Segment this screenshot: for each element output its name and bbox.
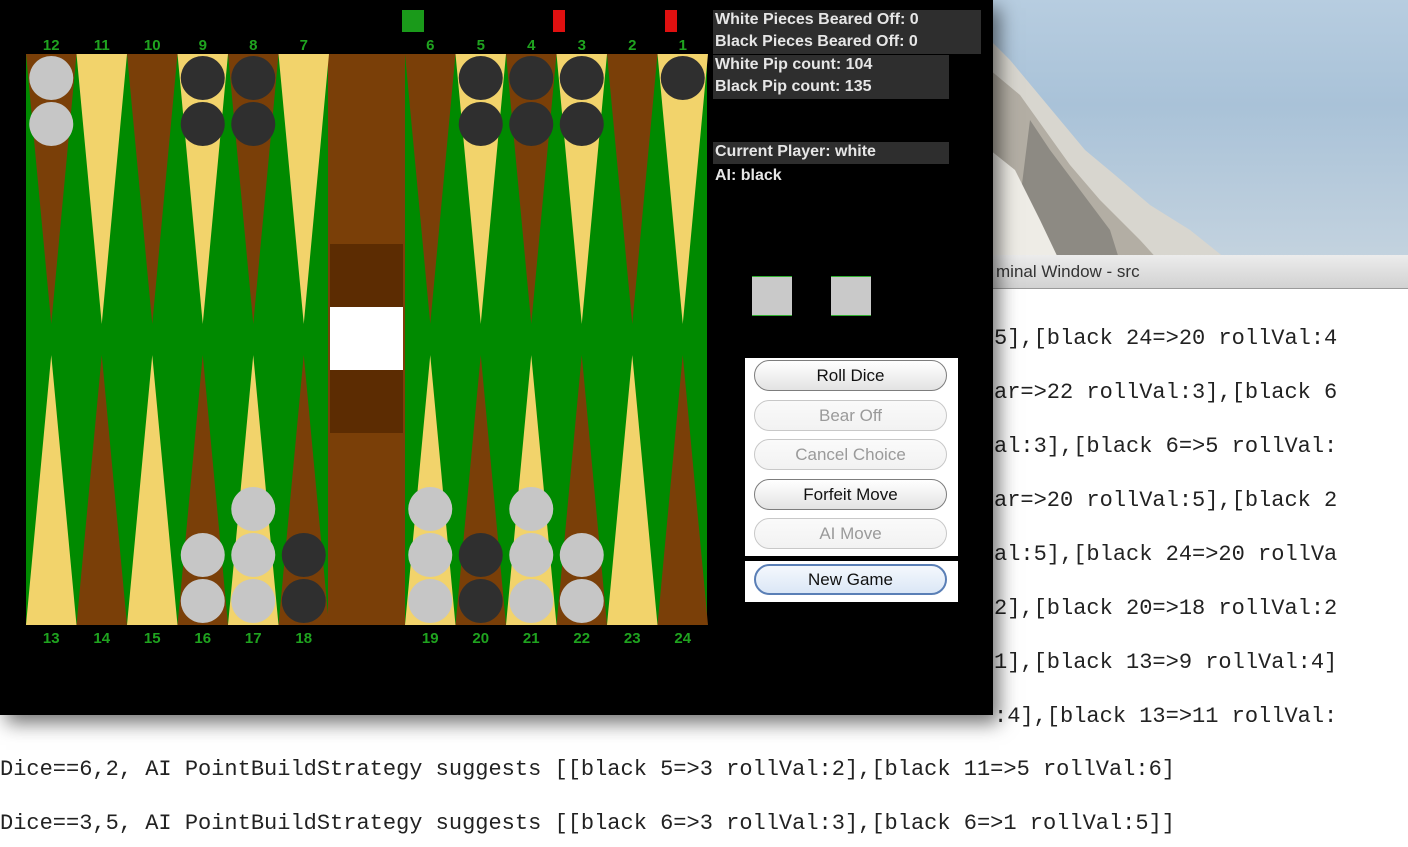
point-number: 20 [472, 630, 489, 647]
mountain-image [990, 40, 1230, 262]
white-pip-count-label: White Pip count: 104 [713, 55, 949, 77]
point-number: 3 [578, 37, 586, 54]
point-number: 8 [249, 37, 257, 54]
cancel-choice-button[interactable]: Cancel Choice [754, 439, 947, 470]
checker-black [281, 579, 326, 623]
point-number: 12 [43, 37, 60, 54]
checker-white [231, 579, 276, 623]
white-borne-off-label: White Pieces Beared Off: 0 [713, 10, 981, 32]
checker-black [180, 56, 225, 100]
point-number: 1 [679, 37, 687, 54]
roll-dice-button[interactable]: Roll Dice [754, 360, 947, 391]
checker-black [231, 56, 276, 100]
terminal-line: 5],[black 24=>20 rollVal:4 [994, 326, 1338, 351]
black-borne-off-label: Black Pieces Beared Off: 0 [713, 32, 981, 54]
ai-move-button[interactable]: AI Move [754, 518, 947, 549]
indicator-red [553, 10, 565, 32]
point-number: 6 [426, 37, 434, 54]
terminal-line: Dice==3,5, AI PointBuildStrategy suggest… [0, 811, 1175, 836]
terminal-line: :4],[black 13=>11 rollVal: [994, 704, 1338, 729]
checker-white [180, 579, 225, 623]
point-number: 9 [199, 37, 207, 54]
terminal-line: al:3],[black 6=>5 rollVal: [994, 434, 1338, 459]
checker-white [231, 487, 276, 531]
point-number: 16 [194, 630, 211, 647]
terminal-titlebar[interactable]: minal Window - src [990, 255, 1408, 289]
point-number: 19 [422, 630, 439, 647]
new-game-button[interactable]: New Game [754, 564, 947, 595]
checker-black [458, 533, 503, 577]
checker-white [509, 533, 554, 577]
checker-white [408, 533, 453, 577]
checker-white [408, 487, 453, 531]
point-number: 23 [624, 630, 641, 647]
point-number: 14 [93, 630, 110, 647]
checker-white [231, 533, 276, 577]
point-number: 10 [144, 37, 161, 54]
checker-white [559, 533, 604, 577]
terminal-line: Dice==6,2, AI PointBuildStrategy suggest… [0, 757, 1175, 782]
checker-white [559, 579, 604, 623]
ai-player-label: AI: black [715, 167, 782, 184]
checker-black [458, 579, 503, 623]
black-pip-count-label: Black Pip count: 135 [713, 77, 949, 99]
indicator-red [665, 10, 677, 32]
bear-off-button[interactable]: Bear Off [754, 400, 947, 431]
bar-white-slot [330, 307, 403, 370]
checker-black [281, 533, 326, 577]
desktop-background [990, 0, 1408, 262]
point-number: 7 [300, 37, 308, 54]
point-number: 2 [628, 37, 636, 54]
checker-black [231, 102, 276, 146]
die-2 [831, 276, 871, 316]
terminal-line: 1],[black 13=>9 rollVal:4] [994, 650, 1338, 675]
checker-white [29, 102, 74, 146]
checker-black [180, 102, 225, 146]
point-number: 5 [477, 37, 485, 54]
backgammon-window: 12 13 11 14 10 15 9 16 8 17 7 18 6 19 5 20 4 21 3 22 2 23 1 24 … [0, 0, 993, 715]
point-number: 15 [144, 630, 161, 647]
point-number: 18 [295, 630, 312, 647]
point-number: 17 [245, 630, 262, 647]
checker-black [458, 102, 503, 146]
terminal-line: ar=>20 rollVal:5],[black 2 [994, 488, 1338, 513]
current-player-label: Current Player: white [713, 142, 949, 164]
indicator-green [402, 10, 424, 32]
terminal-line: 2],[black 20=>18 rollVal:2 [994, 596, 1338, 621]
checker-white [180, 533, 225, 577]
forfeit-move-button[interactable]: Forfeit Move [754, 479, 947, 510]
button-panel: Roll Dice Bear Off Cancel Choice Forfeit… [745, 358, 958, 556]
new-game-panel: New Game [745, 561, 958, 602]
checker-black [559, 102, 604, 146]
point-number: 11 [94, 37, 110, 54]
point-number: 21 [523, 630, 540, 647]
die-1 [752, 276, 792, 316]
terminal-title: minal Window - src [996, 262, 1140, 281]
checker-black [509, 56, 554, 100]
checker-black [559, 56, 604, 100]
point-number: 13 [43, 630, 60, 647]
checker-black [458, 56, 503, 100]
terminal-line: ar=>22 rollVal:3],[black 6 [994, 380, 1338, 405]
checker-black [660, 56, 705, 100]
terminal-line: al:5],[black 24=>20 rollVa [994, 542, 1338, 567]
checker-black [509, 102, 554, 146]
point-number: 22 [573, 630, 590, 647]
point-number: 4 [527, 37, 536, 54]
checker-white [509, 487, 554, 531]
checker-white [408, 579, 453, 623]
checker-white [29, 56, 74, 100]
point-number: 24 [674, 630, 691, 647]
checker-white [509, 579, 554, 623]
